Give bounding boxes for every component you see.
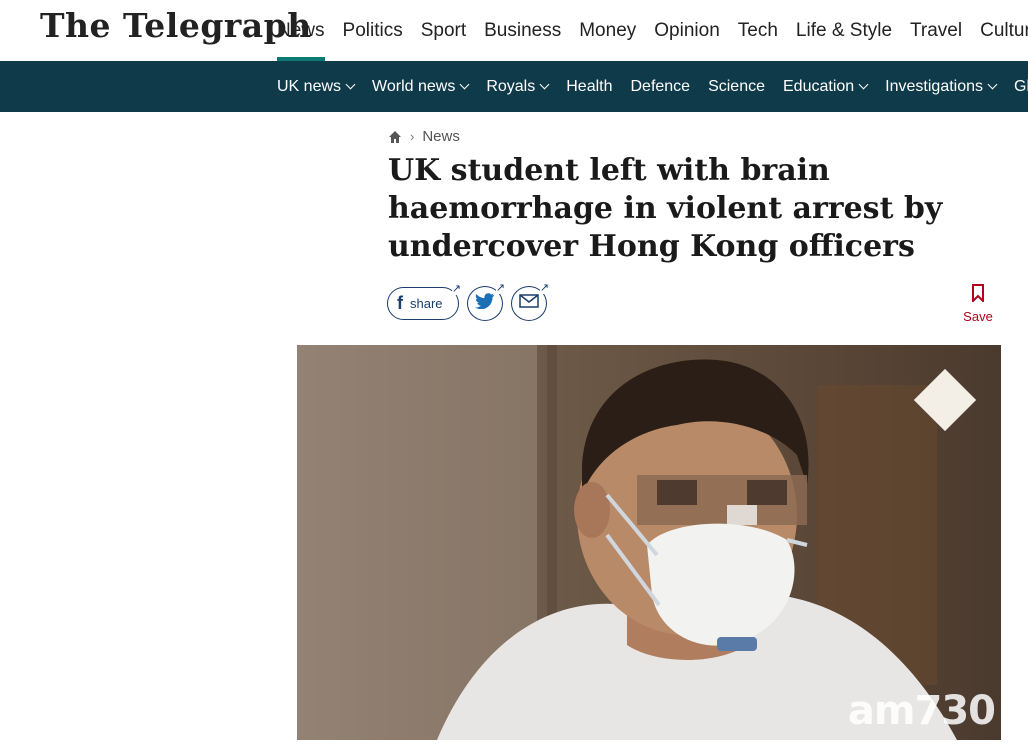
share-arrow-icon: ↗ (451, 283, 461, 295)
email-icon (519, 294, 539, 313)
twitter-icon (475, 293, 495, 314)
save-button[interactable]: Save (958, 284, 998, 324)
watermark-text: am730 (847, 688, 996, 734)
chevron-down-icon (987, 79, 998, 90)
subnav-global[interactable]: Gl (1005, 78, 1028, 96)
breadcrumb-separator: › (410, 129, 415, 144)
hero-photo (297, 345, 1001, 740)
breadcrumb: › News (388, 128, 460, 145)
subnav-royals[interactable]: Royals (477, 78, 557, 96)
nav-life-style[interactable]: Life & Style (787, 0, 901, 61)
main-nav: News Politics Sport Business Money Opini… (268, 0, 1028, 61)
nav-money[interactable]: Money (570, 0, 645, 61)
article-headline: UK student left with brain haemorrhage i… (388, 153, 943, 264)
nav-travel[interactable]: Travel (901, 0, 971, 61)
subnav-investigations[interactable]: Investigations (876, 78, 1005, 96)
bookmark-icon (971, 284, 985, 306)
share-arrow-icon: ↗ (539, 282, 549, 294)
subnav-uk-news[interactable]: UK news (268, 78, 363, 96)
article-hero-image[interactable]: am730 (297, 345, 1001, 740)
subnav-education[interactable]: Education (774, 78, 876, 96)
breadcrumb-section[interactable]: News (422, 128, 460, 145)
email-share-button[interactable]: ↗ (511, 282, 549, 321)
nav-news[interactable]: News (268, 0, 334, 61)
top-header: The Telegraph News Politics Sport Busine… (0, 0, 1028, 61)
twitter-share-button[interactable]: ↗ (467, 282, 505, 321)
chevron-down-icon (459, 79, 470, 90)
facebook-share-button[interactable]: f share ↗ (387, 283, 461, 320)
nav-business[interactable]: Business (475, 0, 570, 61)
chevron-down-icon (858, 79, 869, 90)
home-icon[interactable] (388, 130, 402, 144)
share-arrow-icon: ↗ (495, 282, 505, 294)
subnav-world-news[interactable]: World news (363, 78, 477, 96)
chevron-down-icon (345, 79, 356, 90)
subnav-defence[interactable]: Defence (621, 78, 699, 96)
nav-opinion[interactable]: Opinion (645, 0, 729, 61)
subnav-health[interactable]: Health (557, 78, 621, 96)
section-nav: UK news World news Royals Health Defence… (0, 61, 1028, 112)
nav-politics[interactable]: Politics (334, 0, 412, 61)
nav-culture[interactable]: Culture (971, 0, 1028, 61)
nav-tech[interactable]: Tech (729, 0, 787, 61)
facebook-icon: f (397, 293, 403, 313)
chevron-down-icon (539, 79, 550, 90)
nav-sport[interactable]: Sport (412, 0, 475, 61)
subnav-science[interactable]: Science (699, 78, 774, 96)
